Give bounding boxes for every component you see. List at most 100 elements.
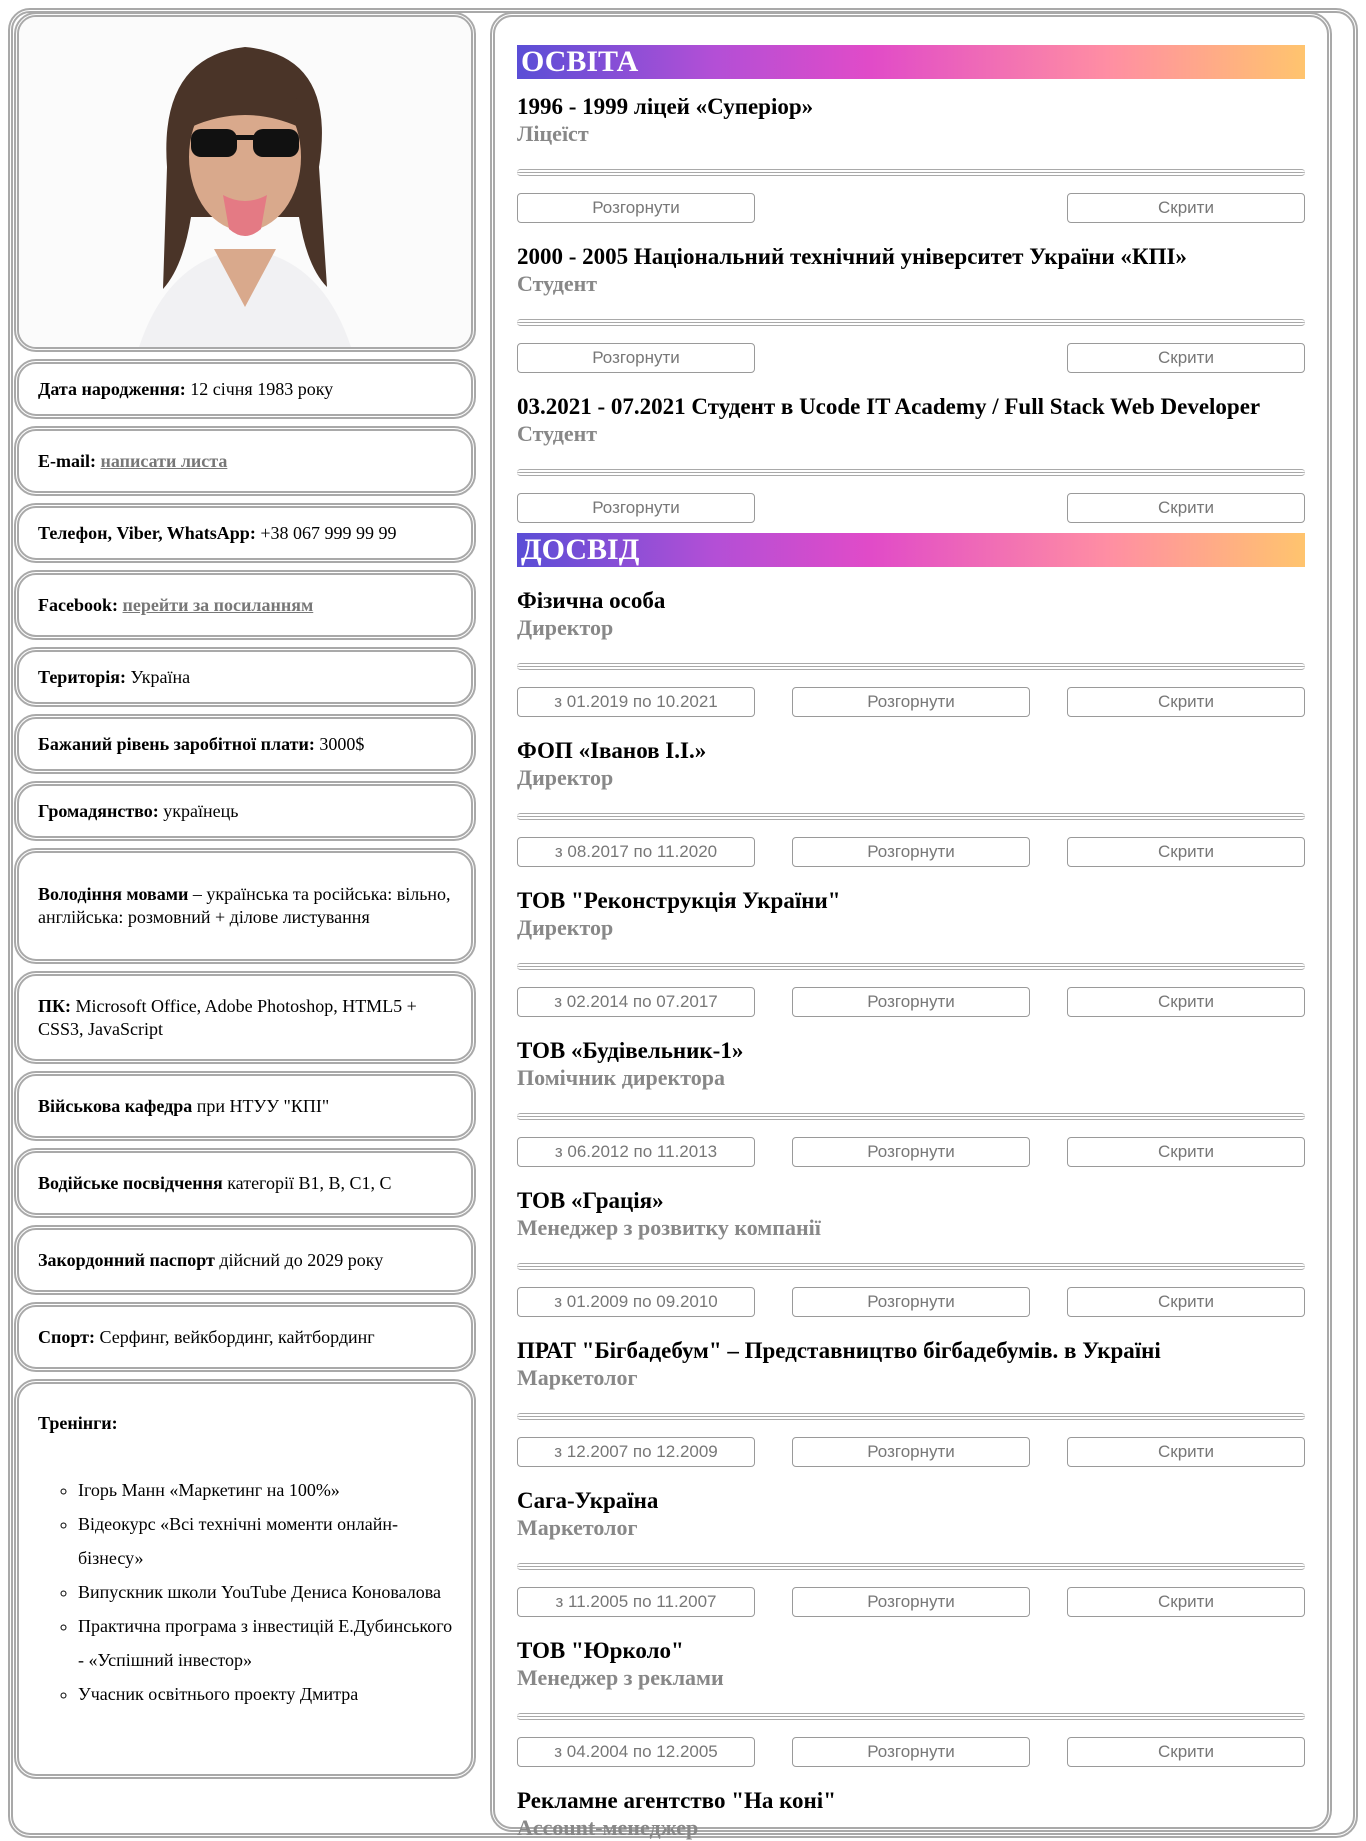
entry-role: Маркетолог bbox=[517, 1365, 638, 1390]
divider-bar bbox=[517, 663, 1305, 670]
divider-bar bbox=[517, 1563, 1305, 1570]
card-value: 3000$ bbox=[314, 733, 365, 754]
entry-heading: ТОВ «Будівельник-1» bbox=[517, 1038, 744, 1063]
hide-button[interactable]: Скрити bbox=[1067, 987, 1305, 1017]
period-badge: з 11.2005 по 11.2007 bbox=[517, 1587, 755, 1617]
email-card: E-mail: написати листа bbox=[14, 426, 476, 496]
hide-button[interactable]: Скрити bbox=[1067, 343, 1305, 373]
hide-button[interactable]: Скрити bbox=[1067, 1137, 1305, 1167]
expand-button[interactable]: Розгорнути bbox=[792, 1437, 1030, 1467]
entry-role: Маркетолог bbox=[517, 1515, 638, 1540]
card-value: категорії В1, В, С1, С bbox=[222, 1172, 392, 1193]
card-label: Військова кафедра bbox=[38, 1095, 193, 1116]
hide-button[interactable]: Скрити bbox=[1067, 687, 1305, 717]
expand-button[interactable]: Розгорнути bbox=[792, 687, 1030, 717]
expand-button[interactable]: Розгорнути bbox=[792, 1287, 1030, 1317]
card-label: Громадянство: bbox=[38, 800, 159, 821]
card-label: E-mail: bbox=[38, 450, 96, 471]
entry-heading: Сага-Україна bbox=[517, 1488, 659, 1513]
education-entry: 2000 - 2005 Національний технічний уніве… bbox=[517, 243, 1305, 373]
entry-role: Директор bbox=[517, 615, 614, 640]
entry-role: Ліцеїст bbox=[517, 121, 589, 146]
birthdate-card: Дата народження: 12 січня 1983 року bbox=[14, 359, 476, 419]
trainings-label: Тренінги: bbox=[38, 1413, 118, 1433]
hide-button[interactable]: Скрити bbox=[1067, 1287, 1305, 1317]
trainings-card: Тренінги: Ігорь Манн «Маркетинг на 100%»… bbox=[14, 1379, 476, 1779]
divider-bar bbox=[517, 1413, 1305, 1420]
divider-bar bbox=[517, 169, 1305, 176]
entry-role: Директор bbox=[517, 915, 614, 940]
entry-heading: 03.2021 - 07.2021 Студент в Ucode IT Aca… bbox=[517, 394, 1261, 419]
entry-heading: ТОВ "Юрколо" bbox=[517, 1638, 684, 1663]
territory-card: Територія: Україна bbox=[14, 647, 476, 707]
experience-entry: Фізична особа Директор з 01.2019 по 10.2… bbox=[517, 587, 1305, 717]
card-label: Facebook: bbox=[38, 594, 118, 615]
expand-button[interactable]: Розгорнути bbox=[517, 193, 755, 223]
sport-card: Спорт: Серфинг, вейкбординг, кайтбординг bbox=[14, 1302, 476, 1372]
list-item: Учасник освітнього проекту Дмитра bbox=[78, 1677, 457, 1711]
citizenship-card: Громадянство: українець bbox=[14, 781, 476, 841]
divider-bar bbox=[517, 1113, 1305, 1120]
hide-button[interactable]: Скрити bbox=[1067, 1587, 1305, 1617]
expand-button[interactable]: Розгорнути bbox=[792, 1137, 1030, 1167]
entry-heading: ПРАТ "Бігбадебум" – Представництво бігба… bbox=[517, 1338, 1161, 1363]
military-card: Військова кафедра при НТУУ "КПІ" bbox=[14, 1071, 476, 1141]
card-label: Спорт: bbox=[38, 1326, 95, 1347]
divider-bar bbox=[517, 1713, 1305, 1720]
facebook-card: Facebook: перейти за посиланням bbox=[14, 570, 476, 640]
card-value: Microsoft Office, Adobe Photoshop, HTML5… bbox=[38, 995, 417, 1039]
list-item: Ігорь Манн «Маркетинг на 100%» bbox=[78, 1473, 457, 1507]
pc-skills-card: ПК: Microsoft Office, Adobe Photoshop, H… bbox=[14, 971, 476, 1064]
entry-heading: ТОВ «Грація» bbox=[517, 1188, 664, 1213]
expand-button[interactable]: Розгорнути bbox=[792, 987, 1030, 1017]
card-label: Дата народження: bbox=[38, 378, 186, 399]
list-item: Відеокурс «Всі технічні моменти онлайн-б… bbox=[78, 1507, 457, 1575]
expand-button[interactable]: Розгорнути bbox=[792, 837, 1030, 867]
hide-button[interactable]: Скрити bbox=[1067, 193, 1305, 223]
experience-entry: Сага-Україна Маркетолог з 11.2005 по 11.… bbox=[517, 1487, 1305, 1617]
entry-role: Account-менеджер bbox=[517, 1815, 699, 1840]
expand-button[interactable]: Розгорнути bbox=[517, 343, 755, 373]
entry-role: Студент bbox=[517, 271, 598, 296]
card-label: Володіння мовами bbox=[38, 884, 189, 904]
experience-entry: ПРАТ "Бігбадебум" – Представництво бігба… bbox=[517, 1337, 1305, 1467]
divider-bar bbox=[517, 813, 1305, 820]
hide-button[interactable]: Скрити bbox=[1067, 493, 1305, 523]
facebook-link[interactable]: перейти за посиланням bbox=[123, 595, 314, 615]
list-item: Практична програма з інвестицій Е.Дубинс… bbox=[78, 1609, 457, 1677]
passport-card: Закордонний паспорт дійсний до 2029 року bbox=[14, 1225, 476, 1295]
education-section-title: ОСВІТА bbox=[517, 45, 1305, 79]
expand-button[interactable]: Розгорнути bbox=[517, 493, 755, 523]
expand-button[interactable]: Розгорнути bbox=[792, 1737, 1030, 1767]
divider-bar bbox=[517, 963, 1305, 970]
experience-entry: ТОВ "Юрколо" Менеджер з реклами з 04.200… bbox=[517, 1637, 1305, 1767]
entry-role: Директор bbox=[517, 765, 614, 790]
period-badge: з 04.2004 по 12.2005 bbox=[517, 1737, 755, 1767]
hide-button[interactable]: Скрити bbox=[1067, 1737, 1305, 1767]
experience-entry: Рекламне агентство "На коні" Account-мен… bbox=[517, 1787, 1305, 1841]
hide-button[interactable]: Скрити bbox=[1067, 837, 1305, 867]
driver-license-card: Водійське посвідчення категорії В1, В, С… bbox=[14, 1148, 476, 1218]
card-value: при НТУУ "КПІ" bbox=[192, 1095, 330, 1116]
entry-heading: 1996 - 1999 ліцей «Суперіор» bbox=[517, 94, 814, 119]
experience-entry: ТОВ "Реконструкція України" Директор з 0… bbox=[517, 887, 1305, 1017]
email-link[interactable]: написати листа bbox=[101, 451, 228, 471]
trainings-list: Ігорь Манн «Маркетинг на 100%» Відеокурс… bbox=[38, 1473, 457, 1711]
divider-bar bbox=[517, 469, 1305, 476]
card-value: українець bbox=[158, 800, 239, 821]
card-value: Серфинг, вейкбординг, кайтбординг bbox=[94, 1326, 375, 1347]
expand-button[interactable]: Розгорнути bbox=[792, 1587, 1030, 1617]
entry-heading: ФОП «Іванов І.І.» bbox=[517, 738, 707, 763]
hide-button[interactable]: Скрити bbox=[1067, 1437, 1305, 1467]
card-label: Бажаний рівень заробітної плати: bbox=[38, 733, 315, 754]
experience-section-title: ДОСВІД bbox=[517, 533, 1305, 567]
phone-card: Телефон, Viber, WhatsApp: +38 067 999 99… bbox=[14, 503, 476, 563]
experience-entry: ТОВ «Будівельник-1» Помічник директора з… bbox=[517, 1037, 1305, 1167]
profile-photo bbox=[14, 12, 476, 352]
card-label: Закордонний паспорт bbox=[38, 1249, 215, 1270]
entry-role: Менеджер з реклами bbox=[517, 1665, 724, 1690]
card-label: ПК: bbox=[38, 995, 72, 1016]
period-badge: з 01.2019 по 10.2021 bbox=[517, 687, 755, 717]
card-label: Телефон, Viber, WhatsApp: bbox=[38, 522, 256, 543]
period-badge: з 08.2017 по 11.2020 bbox=[517, 837, 755, 867]
